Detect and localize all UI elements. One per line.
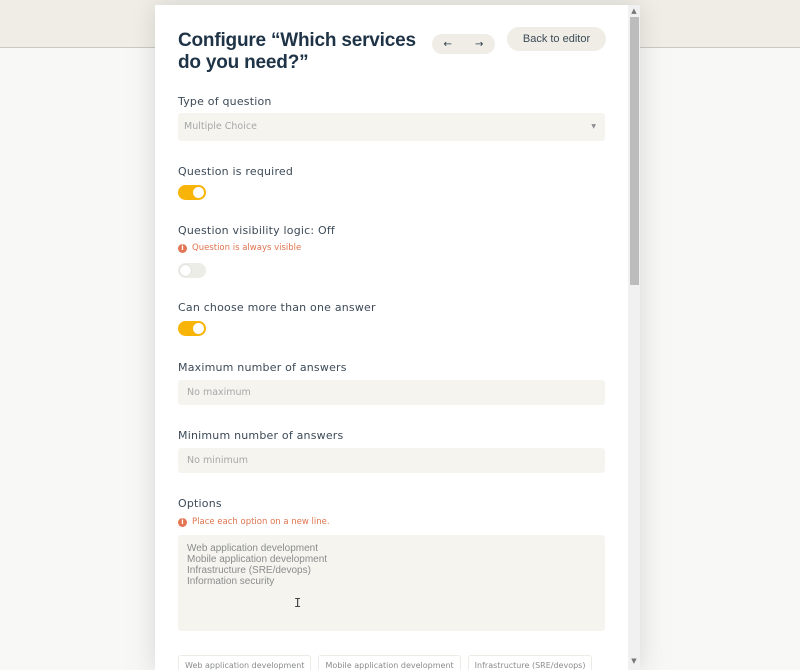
next-question-arrow-icon[interactable]: → [464,39,494,50]
multiple-answers-label: Can choose more than one answer [178,301,376,314]
configure-question-modal: Configure “Which services do you need?” … [155,5,640,670]
options-hint-text: Place each option on a new line. [192,517,330,527]
question-required-toggle[interactable] [178,185,206,200]
question-navigation: ← → [432,34,495,54]
option-chips: Web application development Mobile appli… [178,655,593,670]
text-cursor-icon: I [294,596,302,610]
previous-question-arrow-icon[interactable]: ← [433,39,463,50]
toggle-knob [193,187,204,198]
visibility-hint: i Question is always visible [178,243,301,253]
info-icon: i [178,243,187,253]
min-answers-placeholder: No minimum [187,455,249,466]
options-textarea[interactable]: Web application development Mobile appli… [178,535,605,631]
scroll-up-arrow-icon[interactable]: ▲ [628,5,640,17]
multiple-answers-toggle[interactable] [178,321,206,336]
options-label: Options [178,497,222,510]
option-chip[interactable]: Mobile application development [318,655,461,670]
modal-scrollbar[interactable]: ▲ ▼ [628,5,640,670]
option-chip[interactable]: Web application development [178,655,312,670]
type-of-question-value: Multiple Choice [184,121,257,132]
toggle-knob [193,323,204,334]
chevron-down-icon: ▼ [591,123,596,130]
max-answers-placeholder: No maximum [187,387,251,398]
option-chip[interactable]: Infrastructure (SRE/devops) [467,655,593,670]
options-hint: i Place each option on a new line. [178,517,330,527]
toggle-knob [180,265,191,276]
page-title: Configure “Which services do you need?” [178,30,416,73]
scroll-down-arrow-icon[interactable]: ▼ [628,655,640,667]
min-answers-label: Minimum number of answers [178,429,344,442]
visibility-logic-label: Question visibility logic: Off [178,224,335,237]
back-to-editor-button[interactable]: Back to editor [507,27,606,51]
question-required-label: Question is required [178,165,294,178]
type-of-question-select[interactable]: Multiple Choice ▼ [178,113,605,141]
visibility-hint-text: Question is always visible [192,243,302,253]
max-answers-label: Maximum number of answers [178,361,347,374]
min-answers-input[interactable]: No minimum [178,448,605,473]
info-icon: i [178,517,187,527]
visibility-logic-toggle[interactable] [178,263,206,278]
max-answers-input[interactable]: No maximum [178,380,605,405]
scrollbar-thumb[interactable] [630,17,639,285]
type-of-question-label: Type of question [178,95,272,108]
